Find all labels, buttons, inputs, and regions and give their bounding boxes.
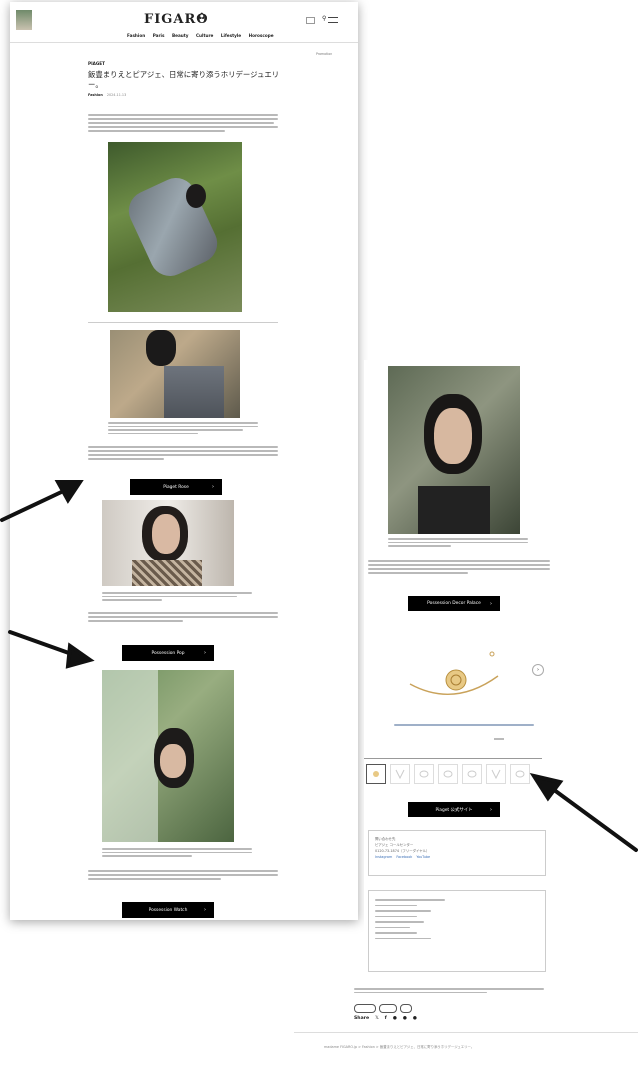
annotation-arrows bbox=[0, 480, 638, 852]
